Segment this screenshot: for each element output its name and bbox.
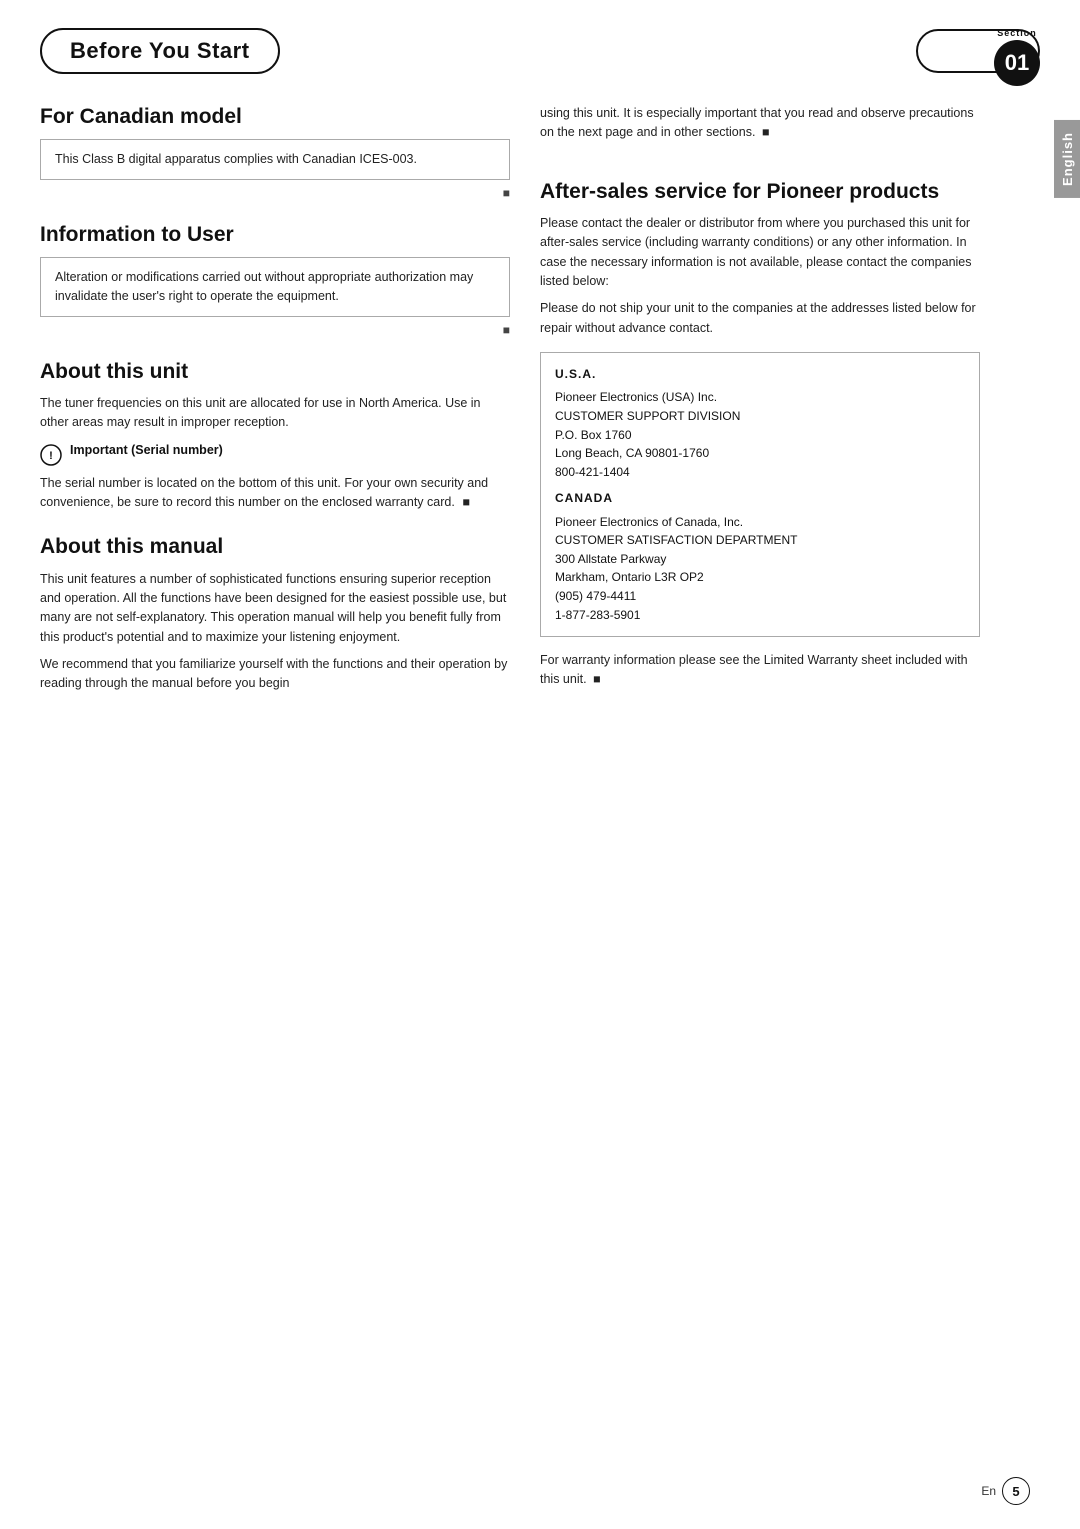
about-this-manual-section: About this manual This unit features a n…: [40, 534, 510, 693]
about-this-unit-heading: About this unit: [40, 359, 510, 384]
canadian-model-note: This Class B digital apparatus complies …: [40, 139, 510, 180]
important-icon: !: [40, 444, 62, 466]
usa-info: Pioneer Electronics (USA) Inc. CUSTOMER …: [555, 388, 965, 481]
information-to-user-end-marker: ■: [40, 323, 510, 337]
canadian-model-heading: For Canadian model: [40, 104, 510, 129]
about-this-unit-section: About this unit The tuner frequencies on…: [40, 359, 510, 513]
page-footer: En 5: [0, 1477, 1080, 1505]
left-column: For Canadian model This Class B digital …: [40, 104, 510, 716]
page-title: Before You Start: [40, 28, 280, 74]
usa-label: U.S.A.: [555, 365, 965, 384]
information-to-user-note: Alteration or modifications carried out …: [40, 257, 510, 317]
about-this-manual-body1: This unit features a number of sophistic…: [40, 570, 510, 648]
important-note: ! Important (Serial number): [40, 443, 510, 466]
canada-info: Pioneer Electronics of Canada, Inc. CUST…: [555, 513, 965, 625]
main-content: For Canadian model This Class B digital …: [0, 74, 1080, 746]
about-this-unit-body2: The serial number is located on the bott…: [40, 474, 510, 513]
section-badge: Section 01: [994, 28, 1040, 86]
section-label: Section: [994, 28, 1040, 38]
after-sales-body1: Please contact the dealer or distributor…: [540, 214, 980, 292]
about-this-unit-end-marker: ■: [462, 493, 470, 512]
after-sales-section: After-sales service for Pioneer products…: [540, 179, 980, 690]
top-bar: Before You Start Section 01: [0, 0, 1080, 74]
about-this-unit-body1: The tuner frequencies on this unit are a…: [40, 394, 510, 433]
section-number: 01: [994, 40, 1040, 86]
footer-page: En 5: [981, 1477, 1030, 1505]
intro-end-marker: ■: [762, 123, 770, 142]
after-sales-body2: Please do not ship your unit to the comp…: [540, 299, 980, 338]
important-label: Important (Serial number): [70, 443, 223, 457]
english-tab: English: [1054, 120, 1080, 198]
footer-en-label: En: [981, 1484, 996, 1498]
contact-box: U.S.A. Pioneer Electronics (USA) Inc. CU…: [540, 352, 980, 637]
warranty-text: For warranty information please see the …: [540, 651, 980, 690]
information-to-user-section: Information to User Alteration or modifi…: [40, 222, 510, 337]
right-column: using this unit. It is especially import…: [540, 104, 1010, 716]
canadian-model-end-marker: ■: [40, 186, 510, 200]
svg-text:!: !: [49, 450, 53, 462]
canadian-model-section: For Canadian model This Class B digital …: [40, 104, 510, 200]
information-to-user-heading: Information to User: [40, 222, 510, 247]
right-col-intro: using this unit. It is especially import…: [540, 104, 980, 143]
about-this-manual-heading: About this manual: [40, 534, 510, 559]
after-sales-heading: After-sales service for Pioneer products: [540, 179, 980, 204]
canada-label: CANADA: [555, 489, 965, 508]
about-this-manual-body2: We recommend that you familiarize yourse…: [40, 655, 510, 694]
top-bar-right: [280, 29, 1040, 73]
warranty-end-marker: ■: [593, 670, 601, 689]
page-number-badge: 5: [1002, 1477, 1030, 1505]
page-wrapper: Before You Start Section 01 English For …: [0, 0, 1080, 1529]
